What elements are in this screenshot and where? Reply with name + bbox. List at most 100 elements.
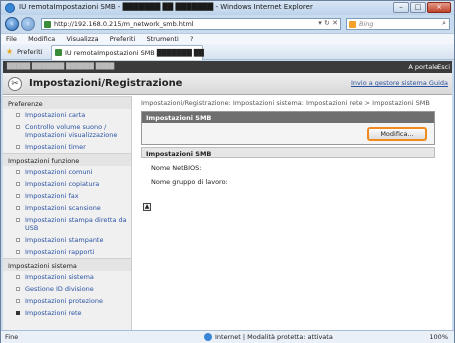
sidebar-item-controllo-volume[interactable]: Controllo volume suono / Impostazioni vi… [3, 121, 131, 141]
sidebar-item-label: Impostazioni copiatura [25, 180, 100, 188]
device-name: █████ ███████ ██████ ████ [7, 63, 115, 70]
bullet-icon [16, 125, 20, 129]
search-icon[interactable]: ⌕ [442, 19, 446, 28]
search-input[interactable]: Bing ⌕ [346, 18, 450, 30]
sidebar: Preferenze Impostazioni carta Controllo … [3, 96, 132, 330]
sidebar-item-impostazioni-fax[interactable]: Impostazioni fax [3, 190, 131, 202]
menu-modifica[interactable]: Modifica [23, 34, 59, 43]
smb-info-panel: Impostazioni SMB Nome NetBIOS: Nome grup… [141, 147, 435, 189]
sidebar-section-sistema: Impostazioni sistema [3, 258, 131, 271]
window-title: IU remotaImpostazioni SMB - ███████ ██ █… [19, 3, 313, 11]
bullet-active-icon [16, 311, 20, 315]
tab-label: IU remotaImpostazioni SMB ███████ ██ [65, 49, 204, 57]
sidebar-item-label: Impostazioni comuni [25, 168, 93, 176]
sidebar-item-label: Impostazioni scansione [25, 204, 101, 212]
back-button[interactable]: ‹ [5, 17, 19, 31]
status-bar: Fine Internet | Modalità protetta: attiv… [1, 330, 454, 343]
sidebar-item-label: Impostazioni protezione [25, 297, 103, 305]
favorites-button[interactable]: Preferiti [17, 48, 42, 56]
info-panel-title: Impostazioni SMB [141, 147, 435, 158]
page-icon [44, 21, 51, 28]
browser-tab[interactable]: IU remotaImpostazioni SMB ███████ ██ [51, 45, 204, 60]
main-panel: Impostazioni/Registrazione: Impostazioni… [138, 96, 448, 330]
sidebar-item-label: Impostazioni stampante [25, 236, 104, 244]
exit-link[interactable]: Esci [437, 63, 450, 71]
forward-button[interactable]: › [21, 17, 35, 31]
panel-title: Impostazioni SMB [142, 112, 434, 123]
internet-globe-icon [204, 333, 212, 341]
sidebar-item-impostazioni-rapporti[interactable]: Impostazioni rapporti [3, 246, 131, 258]
sidebar-item-label: Impostazioni fax [25, 192, 79, 200]
bullet-icon [16, 206, 20, 210]
bullet-icon [16, 299, 20, 303]
sidebar-section-funzione: Impostazioni funzione [3, 153, 131, 166]
sidebar-item-impostazioni-stampante[interactable]: Impostazioni stampante [3, 234, 131, 246]
close-button[interactable]: × [427, 2, 451, 13]
edit-button[interactable]: Modifica... [367, 127, 427, 141]
ie-logo-icon [5, 3, 15, 13]
sidebar-item-impostazioni-protezione[interactable]: Impostazioni protezione [3, 295, 131, 307]
sidebar-item-label: Impostazioni stampa diretta da USB [25, 216, 127, 232]
favorites-bar: ★ Preferiti IU remotaImpostazioni SMB ██… [1, 44, 454, 60]
device-bar: █████ ███████ ██████ ████ A portale Esci [3, 61, 452, 73]
title-bar: IU remotaImpostazioni SMB - ███████ ██ █… [1, 1, 454, 15]
netbios-label: Nome NetBIOS: [151, 164, 202, 172]
header-links[interactable]: Invio a gestore sistema Guida [351, 79, 448, 87]
menu-help[interactable]: ? [185, 34, 197, 43]
sidebar-item-label: Impostazioni timer [25, 143, 86, 151]
bullet-icon [16, 250, 20, 254]
star-icon[interactable]: ★ [6, 47, 13, 56]
back-to-top-icon[interactable]: ▲ [143, 203, 151, 211]
menu-visualizza[interactable]: Visualizza [62, 34, 103, 43]
bullet-icon [16, 145, 20, 149]
bullet-icon [16, 275, 20, 279]
bullet-icon [16, 113, 20, 117]
page-content: █████ ███████ ██████ ████ A portale Esci… [3, 61, 452, 330]
sidebar-item-label: Impostazioni rapporti [25, 248, 95, 256]
zoom-level[interactable]: 100% [429, 333, 448, 341]
bullet-icon [16, 170, 20, 174]
bullet-icon [16, 218, 20, 222]
smb-edit-panel: Impostazioni SMB Modifica... [141, 111, 435, 145]
address-field[interactable]: http://192.168.0.215/m_network_smb.html … [41, 18, 341, 30]
sidebar-item-impostazioni-sistema[interactable]: Impostazioni sistema [3, 271, 131, 283]
bing-icon [349, 21, 356, 28]
bullet-icon [16, 182, 20, 186]
sidebar-section-preferenze: Preferenze [3, 96, 131, 109]
page-header: ✂ Impostazioni/Registrazione Invio a ges… [3, 73, 452, 95]
sidebar-item-impostazioni-timer[interactable]: Impostazioni timer [3, 141, 131, 153]
maximize-button[interactable]: □ [410, 2, 426, 13]
sidebar-item-impostazioni-copiatura[interactable]: Impostazioni copiatura [3, 178, 131, 190]
sidebar-item-label: Gestione ID divisione [25, 285, 94, 293]
sidebar-item-label: Controllo volume suono / Impostazioni vi… [25, 123, 118, 139]
url-text: http://192.168.0.215/m_network_smb.html [54, 20, 194, 28]
sidebar-item-label: Impostazioni rete [25, 309, 82, 317]
sidebar-item-gestione-id[interactable]: Gestione ID divisione [3, 283, 131, 295]
portal-link[interactable]: A portale [408, 63, 438, 71]
security-zone: Internet | Modalità protetta: attivata [215, 333, 333, 341]
menu-preferiti[interactable]: Preferiti [105, 34, 139, 43]
sidebar-item-impostazioni-rete[interactable]: Impostazioni rete [3, 307, 131, 319]
sidebar-item-label: Impostazioni carta [25, 111, 86, 119]
browser-window: IU remotaImpostazioni SMB - ███████ ██ █… [0, 0, 455, 343]
bullet-icon [16, 194, 20, 198]
sidebar-item-impostazioni-scansione[interactable]: Impostazioni scansione [3, 202, 131, 214]
search-placeholder: Bing [359, 20, 374, 28]
refresh-stop-icons[interactable]: ▾ ↻ ✕ [318, 19, 338, 27]
status-text: Fine [5, 333, 19, 341]
workgroup-label: Nome gruppo di lavoro: [151, 178, 228, 186]
sidebar-item-label: Impostazioni sistema [25, 273, 94, 281]
sidebar-item-impostazioni-carta[interactable]: Impostazioni carta [3, 109, 131, 121]
sidebar-item-impostazioni-comuni[interactable]: Impostazioni comuni [3, 166, 131, 178]
menu-file[interactable]: File [1, 34, 21, 43]
menu-strumenti[interactable]: Strumenti [142, 34, 183, 43]
page-title: Impostazioni/Registrazione [29, 78, 183, 89]
minimize-button[interactable]: – [393, 2, 409, 13]
window-controls: – □ × [393, 2, 451, 13]
breadcrumb: Impostazioni/Registrazione: Impostazioni… [141, 99, 430, 107]
address-bar-row: ‹ › http://192.168.0.215/m_network_smb.h… [1, 16, 454, 32]
sidebar-item-stampa-usb[interactable]: Impostazioni stampa diretta da USB [3, 214, 131, 234]
bullet-icon [16, 287, 20, 291]
settings-tools-icon: ✂ [8, 77, 22, 91]
menu-bar: File Modifica Visualizza Preferiti Strum… [1, 33, 454, 44]
